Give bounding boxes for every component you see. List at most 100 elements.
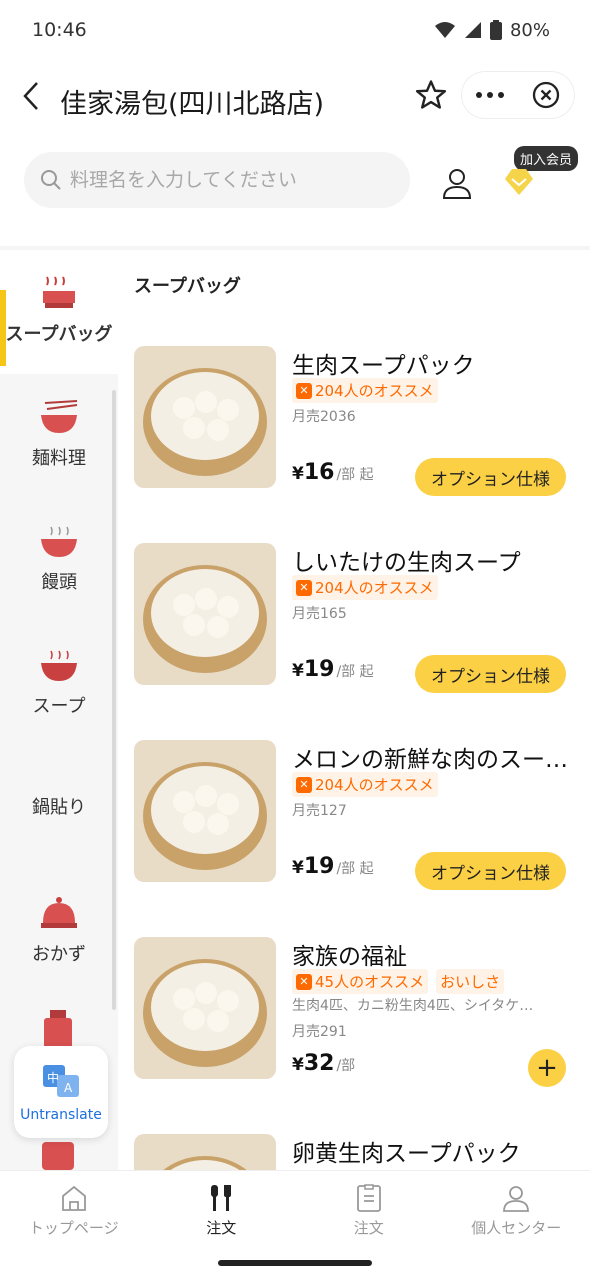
recommend-tag: ✕ 204人のオススメ [292,575,438,600]
status-time: 10:46 [32,19,87,41]
active-indicator [0,290,6,366]
battery-percent: 80% [509,19,550,41]
status-bar: 10:46 80% [0,0,590,60]
nav-item-profile[interactable]: 個人センター [443,1171,590,1250]
currency-symbol: ¥ [292,1055,304,1075]
flavor-tag: おいしさ [436,969,505,994]
product-image[interactable] [134,937,276,1079]
product-name: しいたけの生肉スープ [292,550,521,576]
soup-bowl-icon [41,650,77,681]
header: 佳家湯包(四川北路店) [0,62,590,138]
favorite-button[interactable] [414,78,448,112]
covered-dish-icon [41,897,77,928]
nav-item-orders-list[interactable]: 注文 [295,1171,443,1250]
search-icon [41,170,61,190]
product-card[interactable]: メロンの新鮮な肉のスー… ✕ 204人のオススメ 月売127 ¥ 19 /部 起 … [134,740,574,900]
product-price: ¥ 32 /部 [292,1051,355,1076]
more-dots-icon [476,92,504,98]
sidebar-item-label: 鍋貼り [32,797,86,818]
page-title: 佳家湯包(四川北路店) [60,89,325,120]
back-button[interactable] [16,76,46,116]
more-button[interactable] [462,72,518,118]
untranslate-button[interactable]: 中A Untranslate [14,1046,108,1138]
product-card[interactable]: 家族の福祉 ✕ 45人のオススメ おいしさ 生肉4匹、カニ粉生肉4匹、シイタケ… … [134,937,574,1097]
sidebar-scrollbar[interactable] [112,390,116,1010]
price-value: 16 [303,460,335,485]
price-value: 32 [303,1051,335,1076]
home-indicator[interactable] [218,1260,372,1266]
search-input[interactable] [70,169,390,191]
price-unit: /部 起 [336,467,374,483]
tag-text: 45人のオススメ [315,973,425,991]
sidebar-item-soup[interactable]: スープ [0,622,118,746]
sidebar-item-side-dishes[interactable]: おかず [0,870,118,994]
product-card[interactable]: しいたけの生肉スープ ✕ 204人のオススメ 月売165 ¥ 19 /部 起 オプ… [134,543,574,703]
translate-icon: 中A [43,1065,79,1097]
untranslate-label: Untranslate [20,1107,102,1123]
monthly-sales: 月売165 [292,606,347,622]
thumb-icon: ✕ [296,776,312,793]
product-card[interactable]: 生肉スープパック ✕ 204人のオススメ 月売2036 ¥ 16 /部 起 オプシ… [134,346,574,506]
tag-text: 204人のオススメ [315,579,434,597]
food-bag-icon [40,1140,76,1170]
close-button[interactable] [518,72,574,118]
product-image[interactable] [134,543,276,685]
signal-icon [464,22,481,38]
sidebar-item-label: おかず [32,944,86,965]
product-image[interactable] [134,346,276,488]
product-card[interactable]: 卵黄生肉スープパック [134,1134,574,1170]
product-image[interactable] [134,740,276,882]
options-button[interactable]: オプション仕様 [415,655,566,693]
sidebar-item-soup-bag[interactable]: スープバッグ [0,250,118,374]
sidebar-item-label: スープバッグ [5,324,113,345]
person-icon [503,1186,530,1212]
sidebar-item-potstickers[interactable]: 鍋貼り [0,746,118,870]
product-tags: ✕ 204人のオススメ [292,772,438,797]
bottom-navigation: トップページ 注文 注文 個人センター [0,1170,590,1250]
sidebar-item-noodles[interactable]: 麺料理 [0,374,118,498]
member-diamond-button[interactable] [502,164,536,198]
price-value: 19 [303,854,335,879]
product-tags: ✕ 45人のオススメ おいしさ [292,969,505,994]
product-image[interactable] [134,1134,276,1170]
currency-symbol: ¥ [292,464,304,484]
battery-icon [489,20,502,40]
monthly-sales: 月売2036 [292,409,356,425]
sidebar-item-label: 麺料理 [32,448,86,469]
recommend-tag: ✕ 204人のオススメ [292,772,438,797]
recommend-tag: ✕ 45人のオススメ [292,969,429,994]
product-price: ¥ 16 /部 起 [292,460,374,485]
tag-text: 204人のオススメ [315,776,434,794]
sidebar-item-label: 饅頭 [41,572,77,593]
product-price: ¥ 19 /部 起 [292,854,374,879]
svg-text:中: 中 [47,1070,59,1085]
nav-item-order[interactable]: 注文 [148,1171,296,1250]
thumb-icon: ✕ [296,579,312,596]
diamond-icon [505,169,533,195]
noodle-bowl-icon [41,400,78,433]
nav-label: トップページ [28,1219,119,1237]
options-button[interactable]: オプション仕様 [415,458,566,496]
product-price: ¥ 19 /部 起 [292,657,374,682]
product-name: 生肉スープパック [292,353,475,379]
product-name: メロンの新鮮な肉のスー… [292,747,568,773]
nav-label: 注文 [353,1219,384,1237]
recommend-tag: ✕ 204人のオススメ [292,378,438,403]
order-list-icon [356,1184,381,1212]
add-to-cart-button[interactable]: + [528,1049,566,1087]
product-name: 家族の福祉 [292,944,407,970]
thumb-icon: ✕ [296,382,312,399]
price-value: 19 [303,657,335,682]
options-button[interactable]: オプション仕様 [415,852,566,890]
user-button[interactable] [440,166,474,200]
dumpling-steamer-icon [43,276,75,308]
search-box[interactable] [24,152,410,208]
bowl-icon [41,526,77,557]
price-unit: /部 起 [336,664,374,680]
sidebar-item-buns[interactable]: 饅頭 [0,498,118,622]
close-circle-icon [532,81,560,109]
nav-item-home[interactable]: トップページ [0,1171,148,1250]
home-icon [61,1185,86,1211]
thumb-icon: ✕ [296,973,312,990]
nav-label: 注文 [206,1219,237,1237]
